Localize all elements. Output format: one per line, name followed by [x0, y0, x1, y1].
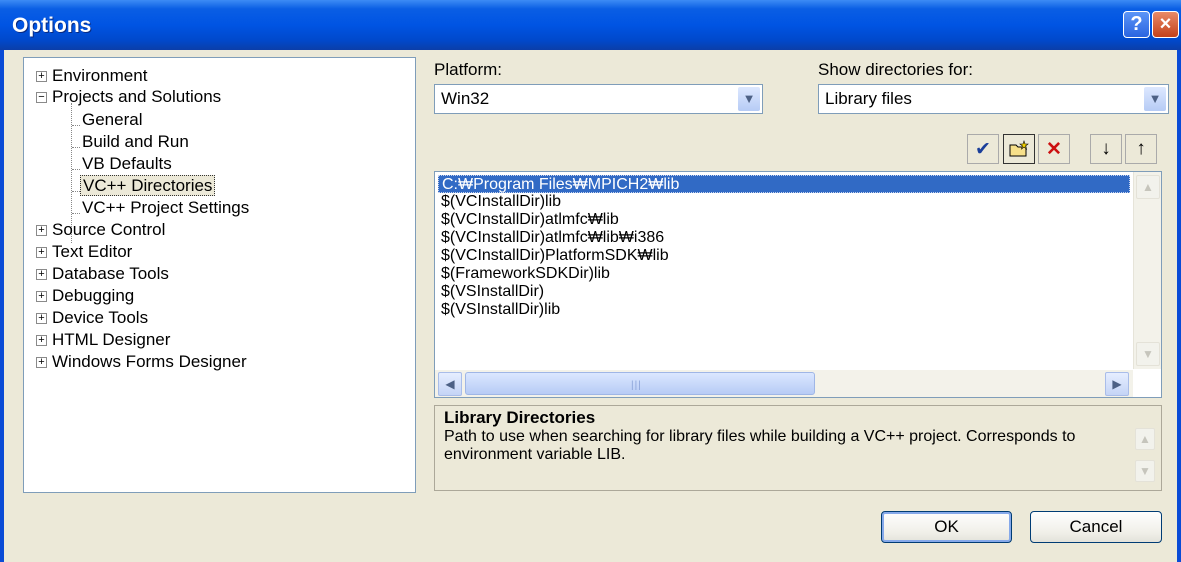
new-folder-icon[interactable] [1003, 134, 1035, 164]
window-border-right [1177, 50, 1181, 562]
directory-row[interactable]: C:₩Program Files₩MPICH2₩lib [438, 175, 1130, 193]
platform-dropdown[interactable]: Win32 ▼ [434, 84, 763, 114]
tree-item-label: HTML Designer [52, 330, 171, 349]
tree-item-label: Build and Run [82, 132, 189, 151]
window-border-left [0, 50, 4, 562]
expand-icon[interactable]: + [36, 225, 47, 236]
window-title: Options [12, 14, 92, 37]
platform-value: Win32 [441, 89, 490, 108]
description-title: Library Directories [444, 408, 596, 427]
tree-item-projects-and-solutions[interactable]: − Projects and Solutions [36, 86, 223, 108]
tree-item-label: VB Defaults [82, 154, 172, 173]
tree-item-label: Text Editor [52, 242, 133, 261]
expand-icon[interactable]: + [36, 313, 47, 324]
expand-icon[interactable]: + [36, 357, 47, 368]
tree-item-device-tools[interactable]: + Device Tools [36, 307, 150, 329]
directory-row[interactable]: $(FrameworkSDKDir)lib [441, 265, 610, 283]
tree-item-label: Windows Forms Designer [52, 352, 247, 371]
scroll-up-icon: ▲ [1135, 428, 1155, 450]
tree-item-build-and-run[interactable]: Build and Run [80, 131, 191, 153]
collapse-icon[interactable]: − [36, 92, 47, 103]
scroll-left-icon[interactable]: ◀ [438, 372, 462, 396]
directory-row[interactable]: $(VCInstallDir)PlatformSDK₩lib [441, 247, 669, 265]
directory-list[interactable]: C:₩Program Files₩MPICH2₩lib $(VCInstallD… [434, 171, 1162, 398]
tree-line [72, 169, 80, 170]
tree-item-vc-project-settings[interactable]: VC++ Project Settings [80, 197, 251, 219]
vertical-scrollbar[interactable]: ▲ ▼ [1133, 172, 1161, 369]
tree-item-label: Debugging [52, 286, 135, 305]
directory-row[interactable]: $(VSInstallDir) [441, 283, 544, 301]
move-down-icon[interactable]: ↓ [1090, 134, 1122, 164]
horizontal-scrollbar[interactable]: ◀ ||| ▶ [435, 370, 1133, 397]
horizontal-scroll-thumb[interactable]: ||| [465, 372, 815, 395]
tree-item-label: Database Tools [52, 264, 169, 283]
tree-item-windows-forms-designer[interactable]: + Windows Forms Designer [36, 351, 249, 373]
tree-item-environment[interactable]: + Environment [36, 65, 149, 87]
show-directories-value: Library files [825, 89, 912, 108]
close-button[interactable]: × [1152, 11, 1179, 38]
tree-item-label: Device Tools [52, 308, 149, 327]
scroll-up-icon: ▲ [1136, 175, 1160, 199]
chevron-down-icon[interactable]: ▼ [738, 87, 760, 111]
expand-icon[interactable]: + [36, 247, 47, 258]
expand-icon[interactable]: + [36, 291, 47, 302]
tree-item-vc-directories[interactable]: VC++ Directories [80, 175, 216, 197]
tree-line [72, 213, 80, 214]
chevron-down-icon[interactable]: ▼ [1144, 87, 1166, 111]
accept-icon[interactable]: ✔ [967, 134, 999, 164]
directory-row[interactable]: $(VCInstallDir)atlmfc₩lib₩i386 [441, 229, 664, 247]
tree-item-html-designer[interactable]: + HTML Designer [36, 329, 172, 351]
directory-row[interactable]: $(VCInstallDir)atlmfc₩lib [441, 211, 619, 229]
tree-item-label: Source Control [52, 220, 166, 239]
description-panel: Library Directories Path to use when sea… [434, 405, 1162, 491]
delete-icon[interactable]: ✕ [1038, 134, 1070, 164]
move-up-icon[interactable]: ↑ [1125, 134, 1157, 164]
tree-item-label: Environment [52, 66, 148, 85]
tree-item-text-editor[interactable]: + Text Editor [36, 241, 134, 263]
show-directories-dropdown[interactable]: Library files ▼ [818, 84, 1169, 114]
description-scrollbar: ▲ ▼ [1135, 428, 1157, 488]
tree-item-label: VC++ Directories [80, 175, 216, 196]
scroll-right-icon[interactable]: ▶ [1105, 372, 1129, 396]
ok-button[interactable]: OK [881, 511, 1012, 543]
scroll-down-icon: ▼ [1136, 342, 1160, 366]
platform-label: Platform: [434, 60, 503, 79]
title-bar[interactable]: Options ? × [0, 0, 1181, 50]
tree-item-general[interactable]: General [80, 109, 144, 131]
tree-line [72, 125, 80, 126]
options-tree[interactable]: + Environment − Projects and Solutions G… [23, 57, 416, 493]
directory-row[interactable]: $(VSInstallDir)lib [441, 301, 560, 319]
description-text: Path to use when searching for library f… [444, 428, 1076, 463]
tree-item-label: General [82, 110, 143, 129]
scroll-down-icon: ▼ [1135, 460, 1155, 482]
tree-item-label: VC++ Project Settings [82, 198, 250, 217]
show-directories-label: Show directories for: [818, 60, 973, 79]
tree-item-source-control[interactable]: + Source Control [36, 219, 167, 241]
help-button[interactable]: ? [1123, 11, 1150, 38]
expand-icon[interactable]: + [36, 71, 47, 82]
tree-item-vb-defaults[interactable]: VB Defaults [80, 153, 174, 175]
directory-row[interactable]: $(VCInstallDir)lib [441, 193, 561, 211]
tree-item-database-tools[interactable]: + Database Tools [36, 263, 171, 285]
cancel-button[interactable]: Cancel [1030, 511, 1162, 543]
options-dialog: Options ? × + Environment − Projects and… [0, 0, 1181, 562]
tree-line [72, 191, 80, 192]
tree-line [72, 147, 80, 148]
tree-item-debugging[interactable]: + Debugging [36, 285, 136, 307]
tree-item-label: Projects and Solutions [52, 87, 222, 106]
expand-icon[interactable]: + [36, 335, 47, 346]
expand-icon[interactable]: + [36, 269, 47, 280]
